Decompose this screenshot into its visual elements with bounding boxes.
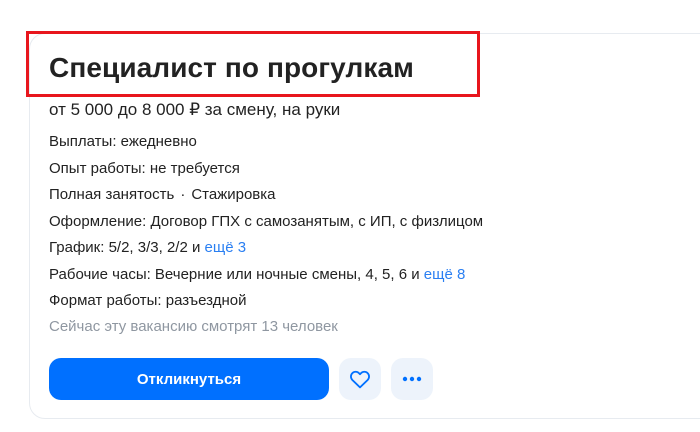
employment-type: Полная занятость: [49, 186, 175, 203]
work-format-info: Формат работы: разъездной: [49, 292, 247, 309]
employment-info: Полная занятость · Стажировка: [49, 182, 483, 209]
schedule-text: График: 5/2, 3/3, 2/2 и: [49, 239, 205, 256]
vacancy-salary: от 5 000 до 8 000 ₽ за смену, на руки: [49, 100, 341, 119]
favorite-button[interactable]: [339, 358, 381, 400]
registration-info: Оформление: Договор ГПХ с самозанятым, с…: [49, 212, 484, 230]
employment-extra: Стажировка: [191, 186, 276, 203]
schedule-more-link[interactable]: ещё 3: [205, 239, 247, 256]
more-button[interactable]: [391, 358, 433, 400]
heart-icon: [349, 369, 371, 389]
more-dots-icon: [402, 376, 422, 382]
schedule-info: График: 5/2, 3/3, 2/2 и ещё 3: [49, 235, 483, 262]
hours-info: Рабочие часы: Вечерние или ночные смены,…: [49, 262, 483, 289]
hours-text: Рабочие часы: Вечерние или ночные смены,…: [49, 265, 424, 283]
vacancy-title[interactable]: Специалист по прогулкам: [49, 49, 414, 87]
viewers-count: Сейчас эту вакансию смотрят 13 человек: [49, 318, 338, 335]
hours-more-link[interactable]: ещё 8: [424, 266, 466, 283]
vacancy-details: Выплаты: ежедневно Опыт работы: не требу…: [49, 129, 483, 315]
payments-info: Выплаты: ежедневно: [49, 133, 197, 150]
employment-separator: ·: [180, 186, 186, 203]
respond-button[interactable]: Откликнуться: [49, 358, 329, 400]
experience-info: Опыт работы: не требуется: [49, 159, 240, 177]
